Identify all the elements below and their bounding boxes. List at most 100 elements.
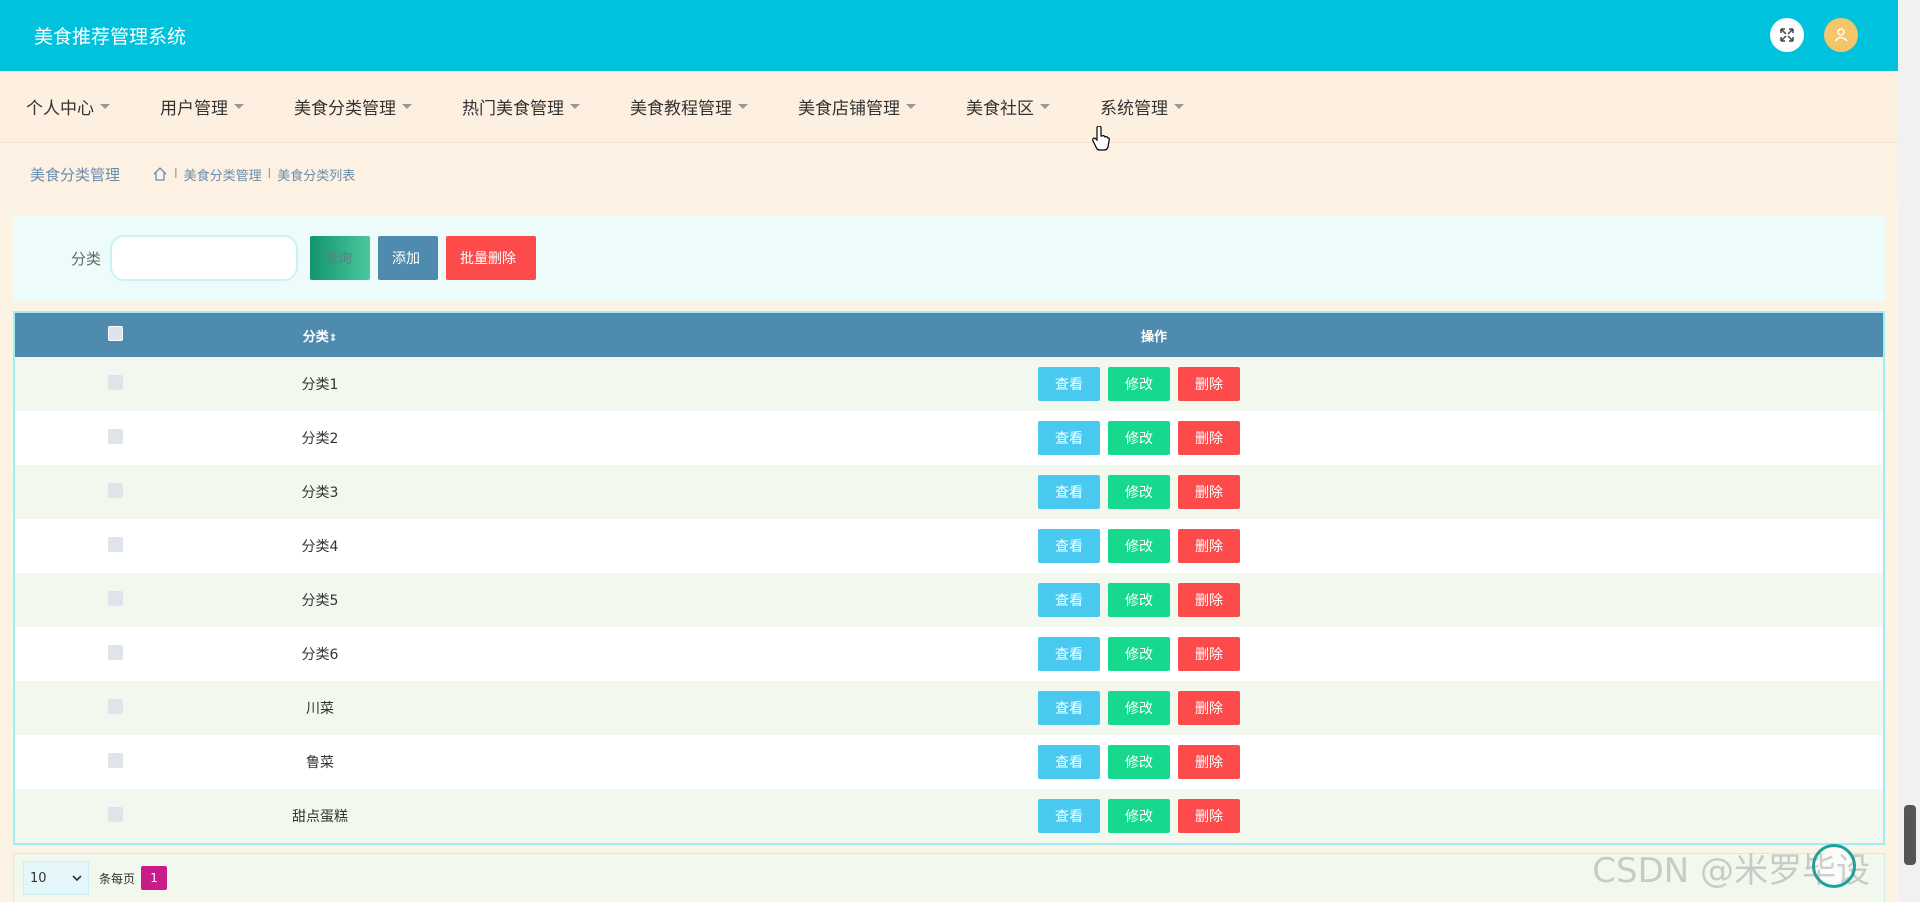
app-title: 美食推荐管理系统 — [34, 26, 187, 48]
page-number-current[interactable]: 1 — [141, 866, 168, 890]
view-button[interactable]: 查看 — [1038, 691, 1100, 725]
nav-label: 用户管理 — [160, 99, 228, 119]
nav-label: 个人中心 — [26, 99, 94, 119]
view-button[interactable]: 查看 — [1038, 367, 1100, 401]
view-button[interactable]: 查看 — [1038, 799, 1100, 833]
delete-button[interactable]: 删除 — [1178, 367, 1240, 401]
nav-item-user-management[interactable]: 用户管理 — [160, 94, 244, 119]
row-checkbox[interactable] — [107, 698, 123, 714]
table-row: 分类1 查看 修改 删除 — [15, 357, 1883, 411]
caret-down-icon — [570, 104, 580, 109]
nav-label: 美食分类管理 — [294, 99, 396, 119]
caret-down-icon — [402, 104, 412, 109]
select-all-checkbox[interactable] — [107, 325, 123, 341]
user-icon — [1834, 28, 1848, 42]
table-row: 分类5 查看 修改 删除 — [15, 573, 1883, 627]
row-checkbox[interactable] — [107, 644, 123, 660]
edit-button[interactable]: 修改 — [1108, 745, 1170, 779]
nav-item-food-tutorial[interactable]: 美食教程管理 — [630, 94, 748, 119]
view-button[interactable]: 查看 — [1038, 421, 1100, 455]
top-header: 美食推荐管理系统 — [0, 0, 1898, 71]
caret-down-icon — [1174, 104, 1184, 109]
nav-label: 美食社区 — [966, 99, 1034, 119]
header-category[interactable]: 分类⇕ — [215, 313, 425, 357]
category-name: 鲁菜 — [306, 755, 334, 771]
add-button[interactable]: 添加 — [378, 236, 439, 280]
edit-button[interactable]: 修改 — [1108, 583, 1170, 617]
home-icon[interactable] — [152, 166, 168, 182]
row-checkbox[interactable] — [107, 590, 123, 606]
header-ops: 操作 — [1140, 329, 1167, 345]
view-button[interactable]: 查看 — [1038, 637, 1100, 671]
header-category-label: 分类 — [302, 329, 329, 345]
breadcrumb-separator: l — [267, 166, 272, 182]
table-row: 分类4 查看 修改 删除 — [15, 519, 1883, 573]
page-size-value: 10 — [30, 870, 47, 886]
caret-down-icon — [738, 104, 748, 109]
category-name: 分类5 — [301, 593, 339, 609]
page-title: 美食分类管理 — [30, 165, 121, 184]
table-header-row: 分类⇕ 操作 — [15, 313, 1883, 357]
view-button[interactable]: 查看 — [1038, 583, 1100, 617]
delete-button[interactable]: 删除 — [1178, 421, 1240, 455]
query-button[interactable]: 查询 — [310, 236, 371, 280]
page-size-select[interactable]: 10 — [23, 861, 89, 895]
batch-delete-button[interactable]: 批量删除 — [446, 236, 537, 280]
nav-label: 系统管理 — [1100, 99, 1168, 119]
edit-button[interactable]: 修改 — [1108, 367, 1170, 401]
row-checkbox[interactable] — [107, 428, 123, 444]
category-name: 分类2 — [301, 431, 339, 447]
table-row: 甜点蛋糕 查看 修改 删除 — [15, 789, 1883, 843]
delete-button[interactable]: 删除 — [1178, 583, 1240, 617]
sort-icon[interactable]: ⇕ — [329, 333, 337, 344]
search-label: 分类 — [71, 249, 102, 268]
nav-item-hot-food[interactable]: 热门美食管理 — [462, 94, 580, 119]
delete-button[interactable]: 删除 — [1178, 691, 1240, 725]
scrollbar-thumb[interactable] — [1904, 805, 1916, 865]
row-checkbox[interactable] — [107, 482, 123, 498]
view-button[interactable]: 查看 — [1038, 745, 1100, 779]
page-scrollbar[interactable] — [1898, 0, 1920, 902]
category-search-input[interactable] — [110, 235, 299, 281]
caret-down-icon — [100, 104, 110, 109]
delete-button[interactable]: 删除 — [1178, 475, 1240, 509]
nav-item-personal-center[interactable]: 个人中心 — [26, 94, 110, 119]
fullscreen-icon — [1780, 28, 1794, 42]
view-button[interactable]: 查看 — [1038, 475, 1100, 509]
edit-button[interactable]: 修改 — [1108, 475, 1170, 509]
row-checkbox[interactable] — [107, 752, 123, 768]
row-checkbox[interactable] — [107, 374, 123, 390]
fullscreen-button[interactable] — [1770, 18, 1804, 52]
category-name: 分类4 — [301, 539, 339, 555]
nav-item-food-store[interactable]: 美食店铺管理 — [798, 94, 916, 119]
category-name: 分类1 — [301, 377, 339, 393]
category-name: 川菜 — [306, 701, 334, 717]
row-checkbox[interactable] — [107, 806, 123, 822]
edit-button[interactable]: 修改 — [1108, 421, 1170, 455]
breadcrumb-bar: 美食分类管理 l 美食分类管理 l 美食分类列表 — [0, 143, 1898, 205]
edit-button[interactable]: 修改 — [1108, 637, 1170, 671]
delete-button[interactable]: 删除 — [1178, 529, 1240, 563]
avatar-button[interactable] — [1824, 18, 1858, 52]
table-row: 鲁菜 查看 修改 删除 — [15, 735, 1883, 789]
edit-button[interactable]: 修改 — [1108, 799, 1170, 833]
breadcrumb-separator: l — [174, 166, 178, 182]
watermark: CSDN @米罗毕设 — [1592, 851, 1870, 891]
delete-button[interactable]: 删除 — [1178, 637, 1240, 671]
nav-item-food-category[interactable]: 美食分类管理 — [294, 94, 412, 119]
breadcrumb-item-category[interactable]: 美食分类管理 — [184, 165, 262, 184]
nav-label: 美食店铺管理 — [798, 99, 900, 119]
edit-button[interactable]: 修改 — [1108, 529, 1170, 563]
nav-item-food-community[interactable]: 美食社区 — [966, 94, 1050, 119]
edit-button[interactable]: 修改 — [1108, 691, 1170, 725]
nav-label: 热门美食管理 — [462, 99, 564, 119]
chevron-down-icon — [72, 875, 82, 882]
delete-button[interactable]: 删除 — [1178, 799, 1240, 833]
row-checkbox[interactable] — [107, 536, 123, 552]
nav-item-system-management[interactable]: 系统管理 — [1100, 94, 1184, 119]
header-select-all[interactable] — [15, 313, 215, 357]
view-button[interactable]: 查看 — [1038, 529, 1100, 563]
delete-button[interactable]: 删除 — [1178, 745, 1240, 779]
caret-down-icon — [234, 104, 244, 109]
caret-down-icon — [1040, 104, 1050, 109]
